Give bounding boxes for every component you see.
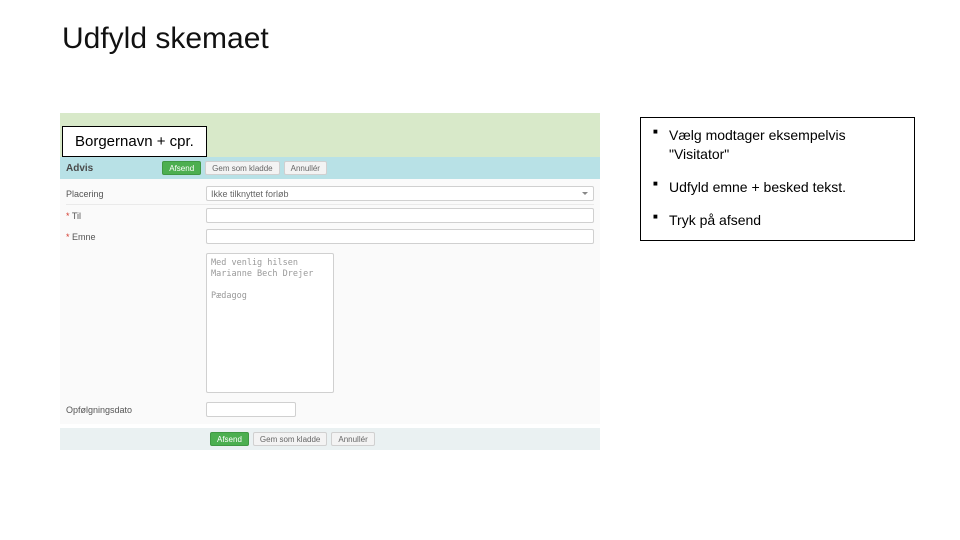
row-emne: Emne	[60, 226, 600, 247]
app-footer-bar: Afsend Gem som kladde Annullér	[60, 428, 600, 450]
cancel-button-top[interactable]: Annullér	[284, 161, 327, 175]
send-button-top[interactable]: Afsend	[162, 161, 201, 175]
label-opfolg: Opfølgningsdato	[66, 405, 206, 415]
placering-value: Ikke tilknyttet forløb	[211, 189, 289, 199]
form-area: Placering Ikke tilknyttet forløb Til Emn…	[60, 179, 600, 424]
app-screenshot: Advis Afsend Gem som kladde Annullér Pla…	[60, 113, 600, 450]
row-placering: Placering Ikke tilknyttet forløb	[60, 183, 600, 204]
cancel-button-bottom[interactable]: Annullér	[331, 432, 374, 446]
label-placering: Placering	[66, 189, 206, 199]
callout-instructions: Vælg modtager eksempelvis "Visitator" Ud…	[640, 117, 915, 241]
save-draft-button-bottom[interactable]: Gem som kladde	[253, 432, 327, 446]
row-opfolg: Opfølgningsdato	[60, 399, 600, 420]
label-emne: Emne	[66, 232, 206, 242]
row-body	[60, 247, 600, 399]
slide-title: Udfyld skemaet	[62, 22, 269, 56]
instruction-item: Tryk på afsend	[651, 211, 904, 230]
app-header-bar: Advis Afsend Gem som kladde Annullér	[60, 157, 600, 179]
instruction-item: Udfyld emne + besked tekst.	[651, 178, 904, 197]
send-button-bottom[interactable]: Afsend	[210, 432, 249, 446]
instruction-item: Vælg modtager eksempelvis "Visitator"	[651, 126, 904, 164]
message-textarea[interactable]	[206, 253, 334, 393]
emne-input[interactable]	[206, 229, 594, 244]
advis-label: Advis	[66, 163, 93, 174]
placering-select[interactable]: Ikke tilknyttet forløb	[206, 186, 594, 201]
save-draft-button-top[interactable]: Gem som kladde	[205, 161, 279, 175]
callout-borgernavn: Borgernavn + cpr.	[62, 126, 207, 157]
opfolg-date-input[interactable]	[206, 402, 296, 417]
til-input[interactable]	[206, 208, 594, 223]
row-til: Til	[60, 205, 600, 226]
label-til: Til	[66, 211, 206, 221]
